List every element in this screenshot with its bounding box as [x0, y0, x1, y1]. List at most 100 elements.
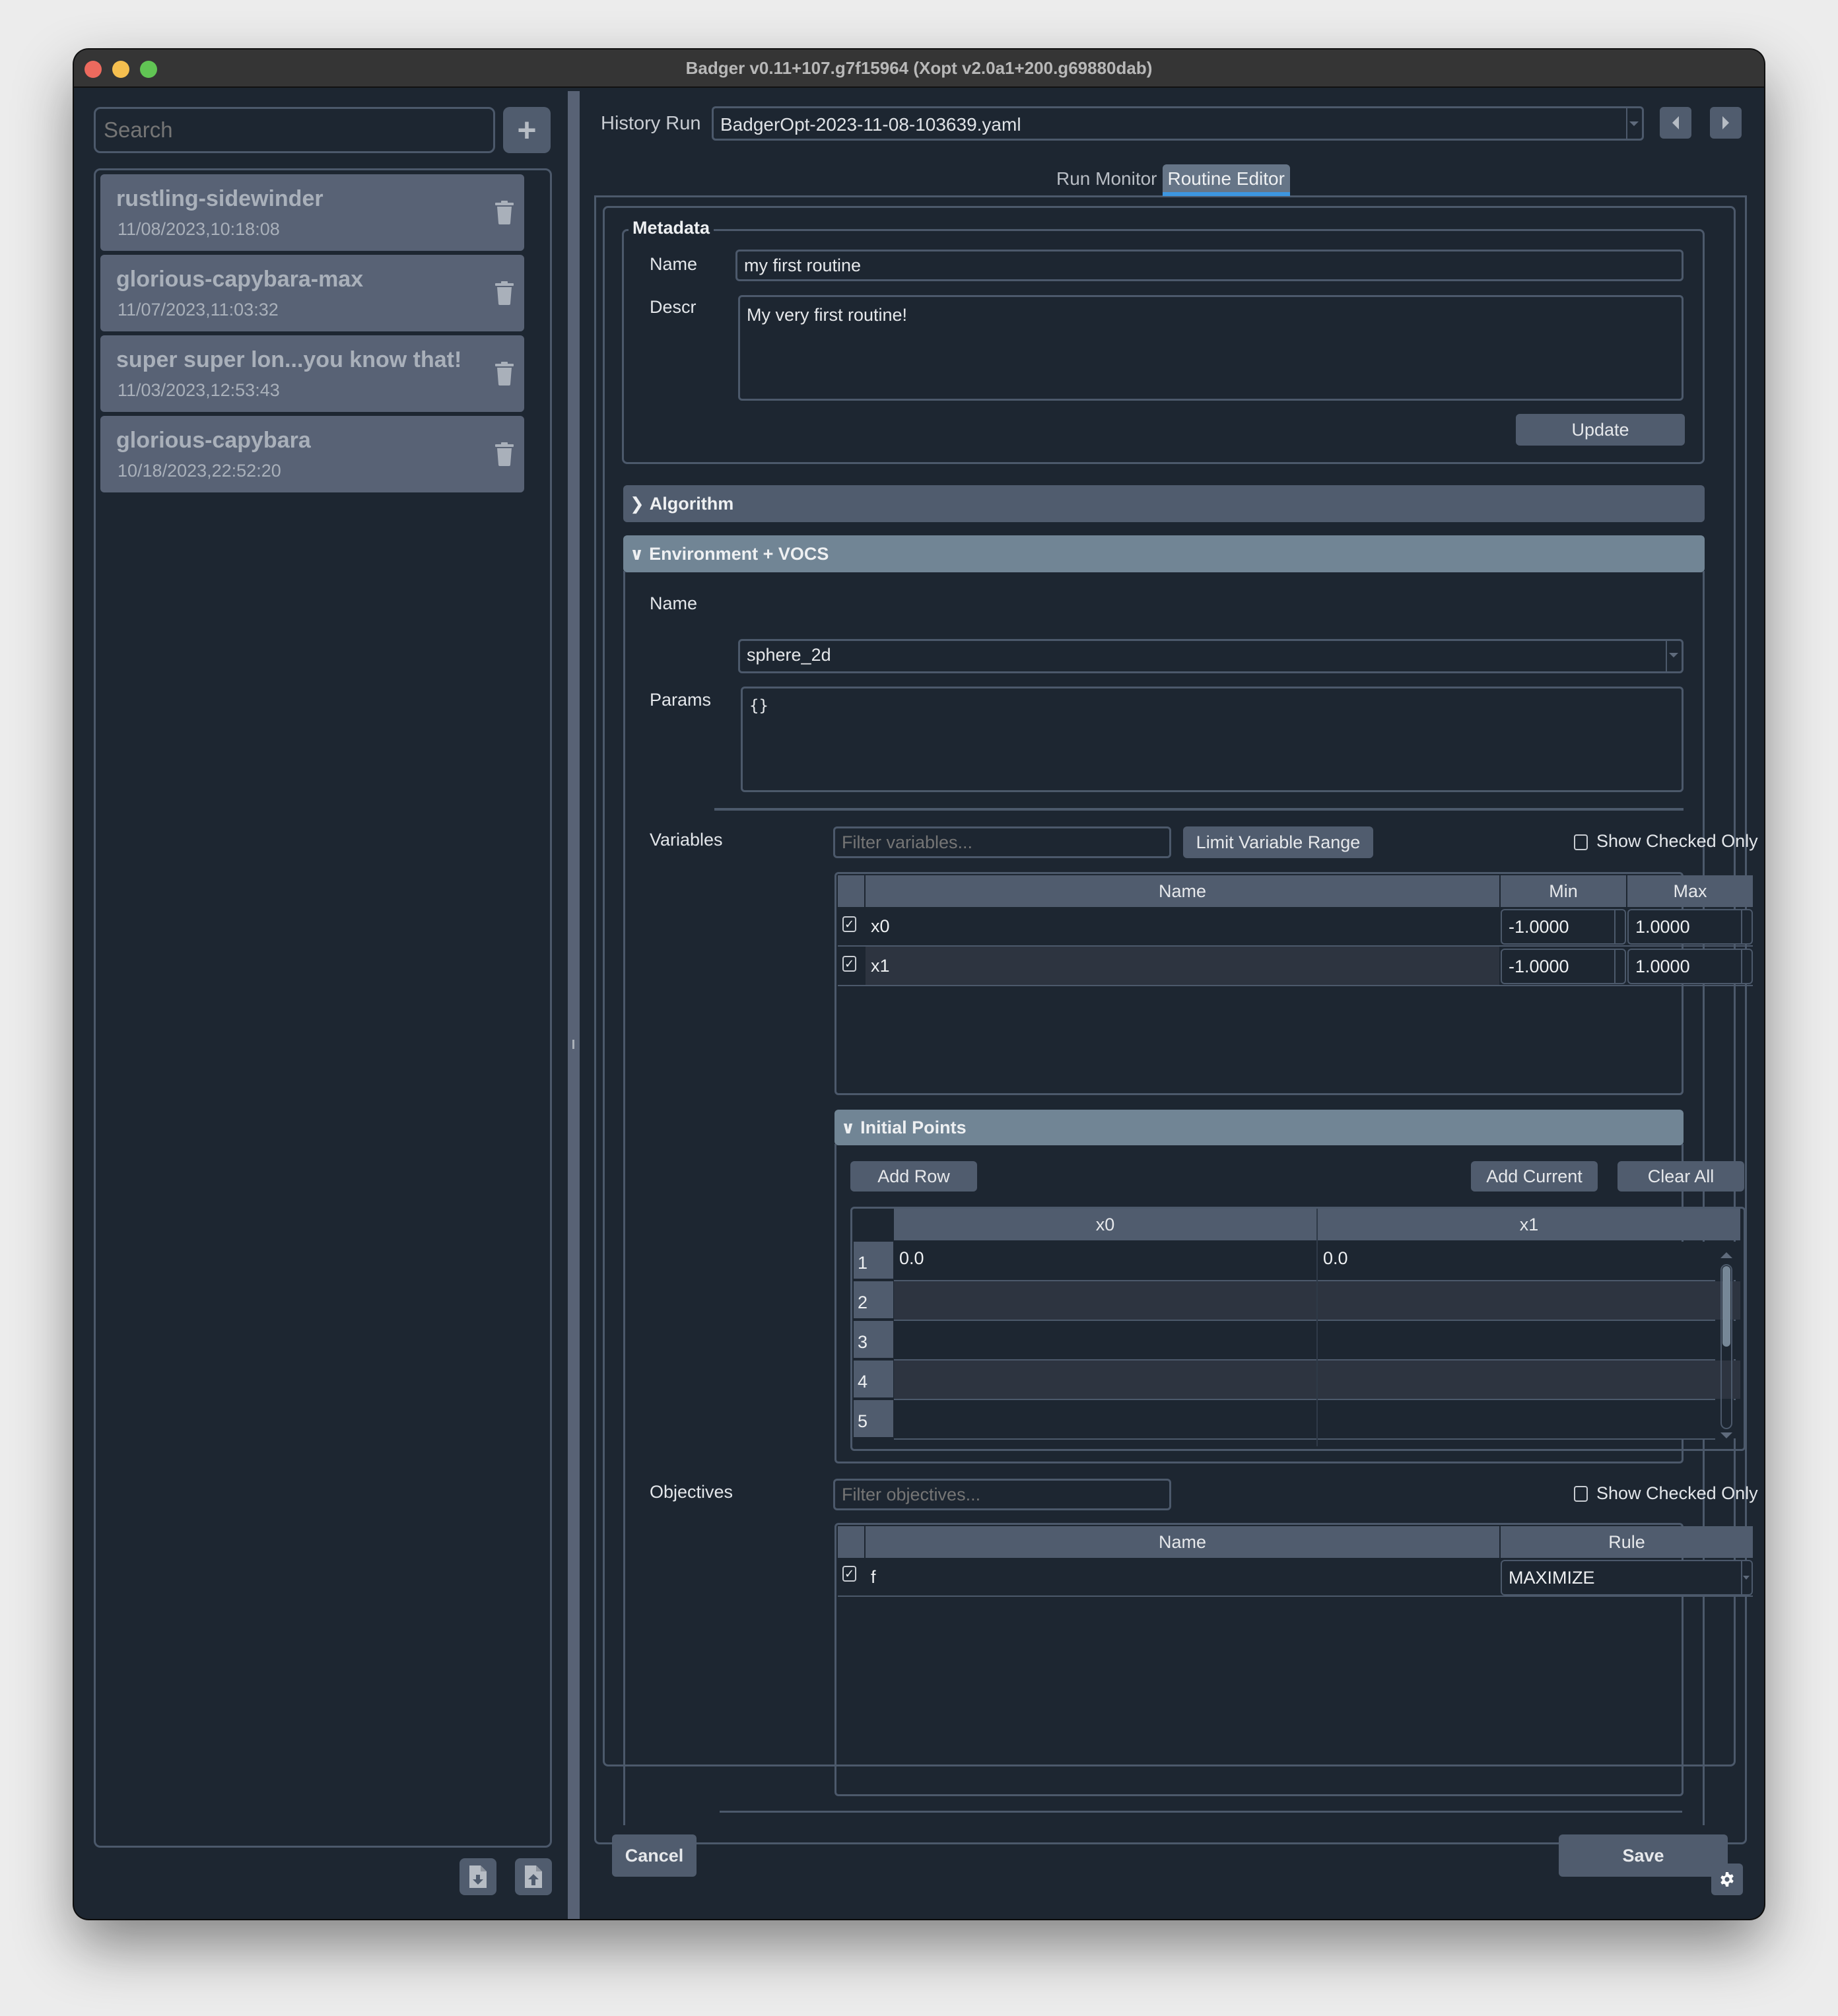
routine-search-input[interactable]	[94, 107, 495, 153]
file-download-icon	[469, 1865, 487, 1888]
variables-checkbox-header	[838, 875, 864, 907]
row-index-header[interactable]: 1	[854, 1242, 893, 1279]
spin-arrows[interactable]	[1741, 910, 1752, 943]
variable-min-spinbox[interactable]: -1.0000	[1501, 949, 1626, 984]
environment-select[interactable]: sphere_2d	[738, 639, 1684, 673]
next-run-button[interactable]	[1710, 107, 1742, 139]
import-routine-button[interactable]	[515, 1858, 552, 1895]
chevron-down-icon: ∨	[841, 1117, 856, 1137]
routine-name: super super lon...you know that!	[116, 347, 462, 372]
close-window-button[interactable]	[85, 61, 102, 78]
tab-routine-editor[interactable]: Routine Editor	[1162, 164, 1290, 196]
splitter-grip	[572, 1040, 574, 1049]
add-row-button[interactable]: Add Row	[850, 1161, 977, 1192]
settings-button[interactable]	[1711, 1864, 1743, 1895]
variables-label: Variables	[650, 830, 723, 850]
routine-item[interactable]: rustling-sidewinder 11/08/2023,10:18:08	[100, 174, 524, 251]
initial-point-x1-cell[interactable]	[1318, 1361, 1740, 1399]
initial-points-x0-header[interactable]: x0	[894, 1209, 1316, 1240]
variable-checkbox[interactable]: ✓	[842, 916, 856, 932]
row-index-header[interactable]: 2	[854, 1281, 893, 1318]
trash-icon[interactable]	[494, 281, 515, 305]
variable-min-spinbox[interactable]: -1.0000	[1501, 909, 1626, 945]
filter-objectives-input[interactable]	[833, 1479, 1171, 1510]
routine-date: 11/03/2023,12:53:43	[118, 380, 280, 400]
filter-variables-input[interactable]	[833, 826, 1171, 858]
save-button[interactable]: Save	[1559, 1834, 1728, 1877]
variable-checkbox[interactable]: ✓	[842, 956, 856, 972]
prev-run-button[interactable]	[1660, 107, 1691, 139]
objectives-rule-header[interactable]: Rule	[1501, 1526, 1753, 1558]
variables-min-header[interactable]: Min	[1501, 875, 1626, 907]
row-index-header[interactable]: 4	[854, 1361, 893, 1397]
variables-max-header[interactable]: Max	[1627, 875, 1753, 907]
row-divider	[894, 1438, 1715, 1440]
variable-max-spinbox[interactable]: 1.0000	[1627, 909, 1753, 945]
section-divider	[720, 1811, 1682, 1813]
spin-arrows[interactable]	[1614, 950, 1625, 983]
routine-item[interactable]: glorious-capybara-max 11/07/2023,11:03:3…	[100, 255, 524, 331]
initial-point-x0-cell[interactable]: 0.0	[894, 1242, 1316, 1280]
column-divider	[1316, 1209, 1318, 1446]
objectives-checkbox-header	[838, 1526, 864, 1558]
trash-icon[interactable]	[494, 442, 515, 466]
initial-point-x0-cell[interactable]	[894, 1361, 1316, 1399]
objective-rule-value: MAXIMIZE	[1509, 1567, 1595, 1588]
minimize-window-button[interactable]	[112, 61, 129, 78]
routine-description-input[interactable]: My very first routine!	[738, 295, 1684, 401]
initial-point-x1-cell[interactable]: 0.0	[1318, 1242, 1740, 1280]
update-button[interactable]: Update	[1516, 414, 1685, 446]
file-upload-icon	[525, 1865, 542, 1888]
environment-params-input[interactable]: {}	[741, 687, 1684, 792]
history-run-select[interactable]: BadgerOpt-2023-11-08-103639.yaml	[712, 106, 1644, 141]
initial-point-x0-cell[interactable]	[894, 1321, 1316, 1359]
objective-name: f	[871, 1566, 876, 1587]
algorithm-section-header[interactable]: ❯ Algorithm	[623, 485, 1705, 522]
chevron-down-icon	[1743, 1576, 1750, 1580]
environment-title: Environment + VOCS	[649, 543, 829, 564]
variable-max-spinbox[interactable]: 1.0000	[1627, 949, 1753, 984]
show-checked-only-variables-checkbox[interactable]	[1574, 834, 1588, 850]
combo-separator	[1666, 641, 1667, 671]
current-routine-status: current routine: glorious-capybara-max	[985, 1918, 1291, 1919]
clear-all-button[interactable]: Clear All	[1617, 1161, 1744, 1192]
routine-item[interactable]: super super lon...you know that! 11/03/2…	[100, 335, 524, 412]
row-index-header[interactable]: 3	[854, 1321, 893, 1358]
trash-icon[interactable]	[494, 362, 515, 386]
initial-point-x0-cell[interactable]	[894, 1281, 1316, 1320]
initial-point-x1-cell[interactable]	[1318, 1321, 1740, 1359]
add-routine-button[interactable]: +	[503, 107, 551, 153]
variable-max-value: 1.0000	[1635, 956, 1690, 976]
tab-run-monitor[interactable]: Run Monitor	[1051, 164, 1163, 196]
routine-name-input[interactable]: my first routine	[735, 250, 1684, 281]
add-current-button[interactable]: Add Current	[1471, 1161, 1598, 1192]
plus-icon: +	[517, 112, 537, 149]
spin-arrows[interactable]	[1741, 950, 1752, 983]
limit-variable-range-button[interactable]: Limit Variable Range	[1183, 826, 1373, 858]
initial-points-section-header[interactable]: ∨ Initial Points	[834, 1110, 1684, 1145]
objective-checkbox[interactable]: ✓	[842, 1566, 856, 1582]
objective-rule-select[interactable]: MAXIMIZE	[1501, 1560, 1753, 1596]
initial-point-x1-cell[interactable]	[1318, 1281, 1740, 1320]
row-index-header[interactable]: 5	[854, 1400, 893, 1437]
show-checked-only-objectives-checkbox[interactable]	[1574, 1486, 1588, 1502]
table-scroll-up-arrow[interactable]	[1720, 1252, 1732, 1258]
export-routine-button[interactable]	[460, 1858, 496, 1895]
initial-point-x0-cell[interactable]	[894, 1400, 1316, 1438]
routine-item[interactable]: glorious-capybara 10/18/2023,22:52:20	[100, 416, 524, 492]
show-checked-only-label: Show Checked Only	[1596, 1483, 1758, 1503]
zoom-window-button[interactable]	[140, 61, 157, 78]
variable-min-value: -1.0000	[1509, 956, 1569, 976]
table-scrollbar-thumb[interactable]	[1722, 1266, 1730, 1347]
environment-section-header[interactable]: ∨ Environment + VOCS	[623, 535, 1705, 572]
panel-splitter[interactable]	[568, 91, 580, 1919]
objectives-name-header[interactable]: Name	[866, 1526, 1499, 1558]
variable-min-value: -1.0000	[1509, 916, 1569, 937]
spin-arrows[interactable]	[1614, 910, 1625, 943]
table-scroll-down-arrow[interactable]	[1720, 1432, 1732, 1438]
initial-points-x1-header[interactable]: x1	[1318, 1209, 1740, 1240]
variables-name-header[interactable]: Name	[866, 875, 1499, 907]
trash-icon[interactable]	[494, 201, 515, 224]
initial-point-x1-cell[interactable]	[1318, 1400, 1740, 1438]
cancel-button[interactable]: Cancel	[612, 1834, 697, 1877]
